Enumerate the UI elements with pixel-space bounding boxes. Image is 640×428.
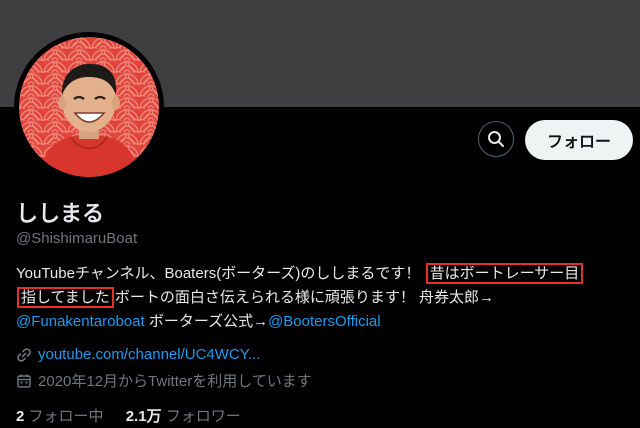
avatar[interactable] [19,37,159,177]
avatar-image [19,37,159,177]
following-count: 2 [16,408,25,425]
follow-button[interactable]: フォロー [525,120,633,160]
follow-button-label: フォロー [546,134,611,151]
followers-count: 2.1万 [125,408,162,425]
link-icon [17,347,31,362]
bio-text: ボートの面白さ伝えられる様に頑張ります！ 舟券太郎→ [114,289,494,306]
highlight-box: 指してました [17,287,114,308]
display-name: ししまる [16,201,105,226]
mention-link[interactable]: @Funakentaroboat [16,313,145,330]
followers-label: フォロワー [165,408,241,425]
bio-line-2: 指してました ボートの面白さ伝えられる様に頑張ります！ 舟券太郎→ [16,286,628,310]
followers-link[interactable]: 2.1万 フォロワー [126,408,241,425]
following-link[interactable]: 2 フォロー中 [16,408,104,425]
follow-stats: 2 フォロー中 2.1万 フォロワー [16,405,259,426]
website-link[interactable]: youtube.com/channel/UC4WCY... [38,346,260,363]
bio-line-1: YouTubeチャンネル、Boaters(ボーターズ)のししまるです！ 昔はボー… [16,262,628,286]
search-button[interactable] [478,121,514,157]
joined-date: 2020年12月からTwitterを利用しています [38,373,312,390]
mention-link[interactable]: @BootersOfficial [268,313,381,330]
website-row: youtube.com/channel/UC4WCY... [16,346,260,363]
bio-text: ボーターズ公式→ [144,313,269,330]
bio-line-3: @Funakentaroboat ボーターズ公式→@BootersOfficia… [16,310,628,334]
profile-bio: YouTubeチャンネル、Boaters(ボーターズ)のししまるです！ 昔はボー… [16,262,628,334]
bio-text: YouTubeチャンネル、Boaters(ボーターズ)のししまるです！ [16,265,425,282]
following-label: フォロー中 [28,408,104,425]
joined-row: 2020年12月からTwitterを利用しています [16,370,312,391]
search-icon [488,131,504,147]
highlight-box: 昔はボートレーサー目 [425,263,584,284]
calendar-icon [17,374,31,388]
username-handle: @ShishimaruBoat [16,230,138,247]
